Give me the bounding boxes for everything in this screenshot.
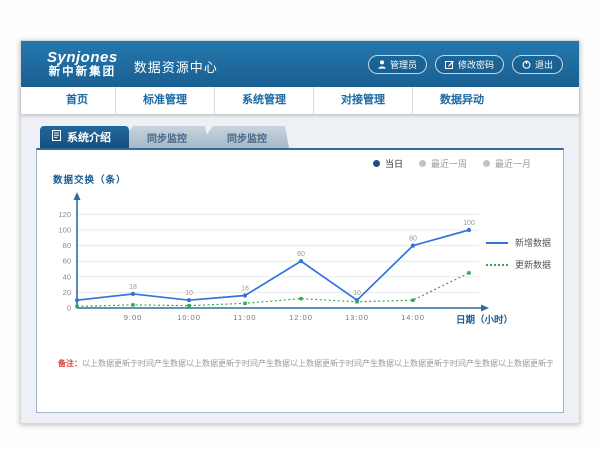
nav-item-standard-mgmt[interactable]: 标准管理 <box>115 87 214 114</box>
tab-sync-monitor-1-label: 同步监控 <box>147 130 187 145</box>
chart-panel: 当日 最近一周 最近一月 数据交换（条） 0 20 40 60 80 100 120 9:00… <box>36 148 564 413</box>
user-icon <box>378 60 386 69</box>
y-axis-title: 数据交换（条） <box>53 172 127 186</box>
filter-last-month[interactable]: 最近一月 <box>483 157 531 170</box>
svg-text:80: 80 <box>63 241 71 250</box>
line-chart: 0 20 40 60 80 100 120 9:00 10:00 11:00 12:00 13:00 1… <box>45 190 519 337</box>
change-password-label: 修改密码 <box>458 58 494 71</box>
header-actions: 管理员 修改密码 退出 <box>368 55 563 74</box>
svg-text:20: 20 <box>63 288 71 297</box>
svg-text:9:00: 9:00 <box>124 313 143 322</box>
svg-text:日期（小时）: 日期（小时） <box>456 314 513 326</box>
filter-today-label: 当日 <box>385 157 403 170</box>
logo-text-cn: 新中新集团 <box>47 66 118 78</box>
admin-user-label: 管理员 <box>390 58 417 71</box>
tab-bar: 系统介绍 同步监控 同步监控 <box>40 126 564 148</box>
logout-label: 退出 <box>535 58 553 71</box>
tab-sync-monitor-2[interactable]: 同步监控 <box>197 126 289 148</box>
filter-last-week[interactable]: 最近一周 <box>419 157 467 170</box>
svg-text:120: 120 <box>58 210 71 219</box>
company-logo: Synjones 新中新集团 <box>47 50 118 78</box>
radio-selected-icon <box>373 160 380 167</box>
page-title: 数据资源中心 <box>134 53 218 76</box>
radio-unselected-icon <box>419 160 426 167</box>
content-area: 系统介绍 同步监控 同步监控 当日 最近一周 <box>21 114 579 423</box>
svg-text:16: 16 <box>241 286 249 293</box>
footnote-text: 以上数据更新于时间产生数据以上数据更新于时间产生数据以上数据更新于时间产生数据以… <box>82 359 553 368</box>
logo-text-en: Synjones <box>47 50 118 66</box>
dotted-line-icon <box>486 264 508 266</box>
tab-system-intro-label: 系统介绍 <box>67 129 111 145</box>
legend-new-data: 新增数据 <box>486 236 551 249</box>
svg-text:80: 80 <box>409 236 417 243</box>
filter-last-month-label: 最近一月 <box>495 157 531 170</box>
change-password-button[interactable]: 修改密码 <box>435 55 504 74</box>
app-window: Synjones 新中新集团 数据资源中心 管理员 修改密码 退出 <box>20 40 580 424</box>
legend-new-data-label: 新增数据 <box>515 236 551 249</box>
document-icon <box>52 130 61 144</box>
top-header: Synjones 新中新集团 数据资源中心 管理员 修改密码 退出 <box>21 41 579 87</box>
tab-system-intro[interactable]: 系统介绍 <box>40 126 129 148</box>
svg-text:0: 0 <box>67 304 71 313</box>
svg-text:10:00: 10:00 <box>177 313 201 322</box>
tab-sync-monitor-1[interactable]: 同步监控 <box>117 126 209 148</box>
svg-text:14:00: 14:00 <box>401 313 425 322</box>
main-nav: 首页 标准管理 系统管理 对接管理 数据异动 <box>21 87 579 114</box>
svg-text:13:00: 13:00 <box>345 313 369 322</box>
line-chart-svg: 0 20 40 60 80 100 120 9:00 10:00 11:00 12:00 13:00 1… <box>45 190 519 332</box>
nav-item-home[interactable]: 首页 <box>39 87 115 114</box>
filter-last-week-label: 最近一周 <box>431 157 467 170</box>
radio-unselected-icon <box>483 160 490 167</box>
solid-line-icon <box>486 242 508 244</box>
svg-text:100: 100 <box>58 226 71 235</box>
admin-user-button[interactable]: 管理员 <box>368 55 427 74</box>
footnote-prefix: 备注： <box>58 359 82 368</box>
svg-text:100: 100 <box>463 220 475 227</box>
power-icon <box>522 60 531 69</box>
series-legend: 新增数据 更新数据 <box>486 236 551 280</box>
logout-button[interactable]: 退出 <box>512 55 563 74</box>
svg-text:60: 60 <box>297 251 305 258</box>
time-range-filters: 当日 最近一周 最近一月 <box>373 157 531 170</box>
svg-text:40: 40 <box>63 272 71 281</box>
svg-text:12:00: 12:00 <box>289 313 313 322</box>
legend-updated-data: 更新数据 <box>486 258 551 271</box>
svg-text:11:00: 11:00 <box>233 313 256 322</box>
tab-sync-monitor-2-label: 同步监控 <box>227 130 267 145</box>
filter-today[interactable]: 当日 <box>373 157 403 170</box>
svg-text:18: 18 <box>129 284 137 291</box>
nav-item-system-mgmt[interactable]: 系统管理 <box>214 87 313 114</box>
svg-text:10: 10 <box>185 290 193 297</box>
nav-item-data-change[interactable]: 数据异动 <box>412 87 511 114</box>
svg-text:60: 60 <box>63 257 71 266</box>
svg-text:10: 10 <box>353 290 361 297</box>
footnote: 备注：以上数据更新于时间产生数据以上数据更新于时间产生数据以上数据更新于时间产生… <box>58 358 553 369</box>
edit-icon <box>445 60 454 69</box>
nav-item-interface-mgmt[interactable]: 对接管理 <box>313 87 412 114</box>
legend-updated-data-label: 更新数据 <box>515 258 551 271</box>
